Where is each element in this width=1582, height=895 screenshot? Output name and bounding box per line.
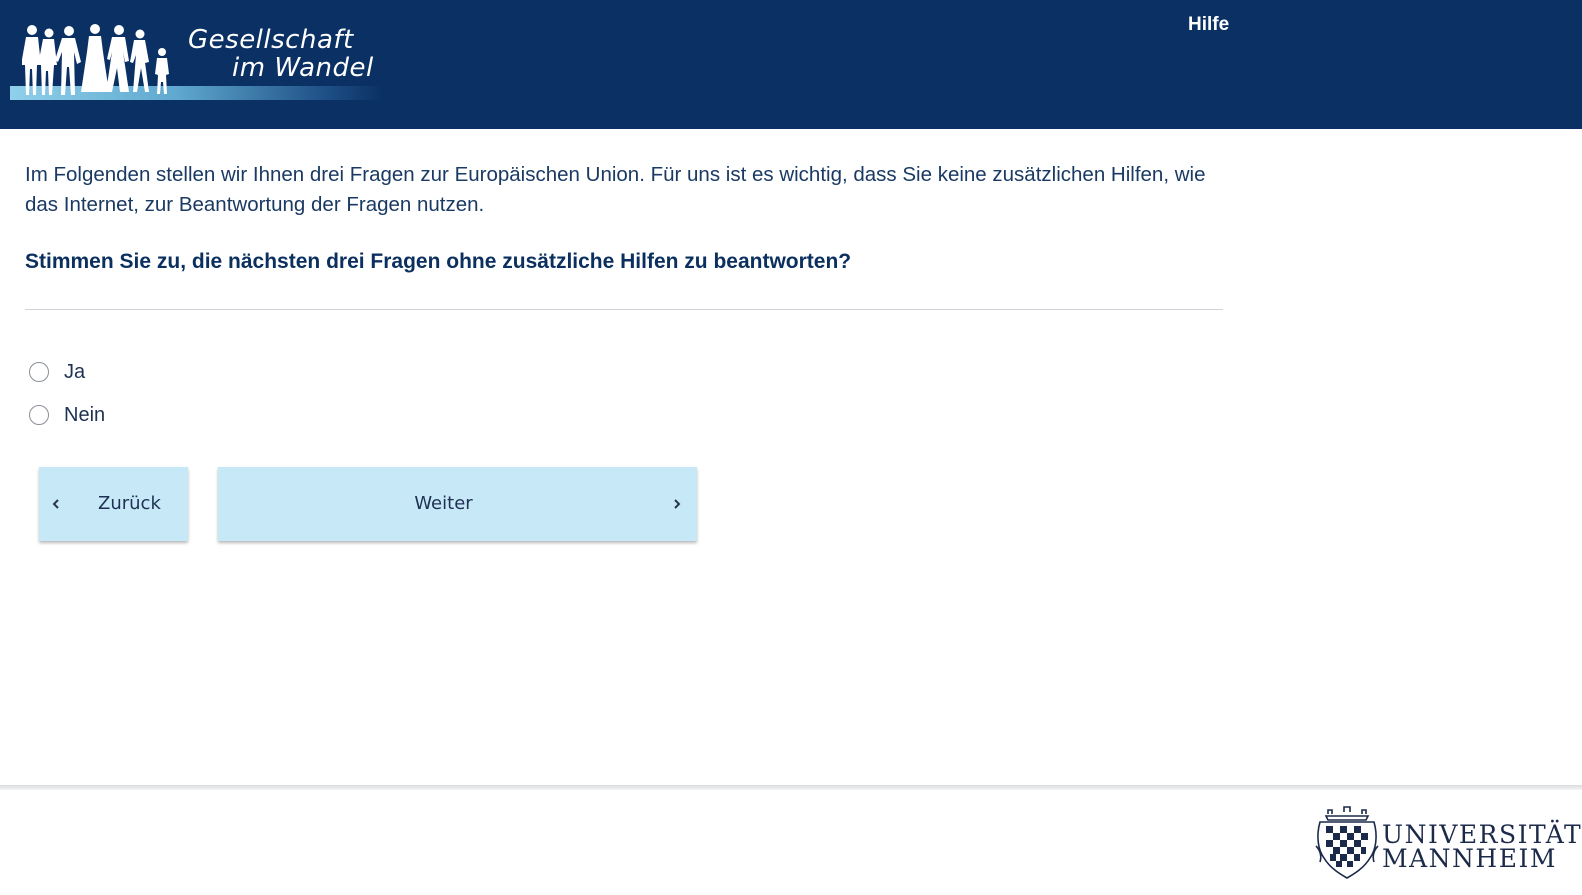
intro-text: Im Folgenden stellen wir Ihnen drei Frag… bbox=[25, 163, 1206, 216]
chevron-left-icon bbox=[52, 499, 59, 509]
question-divider bbox=[25, 309, 1223, 310]
next-button-label: Weiter bbox=[414, 493, 473, 514]
footer-divider bbox=[0, 785, 1582, 790]
radio-nein[interactable] bbox=[29, 405, 49, 425]
university-name-line2: MANNHEIM bbox=[1382, 844, 1557, 873]
people-silhouette-icon bbox=[22, 24, 169, 95]
chevron-right-icon bbox=[674, 499, 681, 509]
university-crest-icon bbox=[1315, 806, 1379, 879]
next-button[interactable]: Weiter bbox=[218, 467, 697, 541]
page-header: Gesellschaft im Wandel Hilfe bbox=[0, 0, 1582, 129]
help-link[interactable]: Hilfe bbox=[1188, 14, 1229, 36]
option-nein-label[interactable]: Nein bbox=[64, 404, 105, 427]
question-text: Stimmen Sie zu, die nächsten drei Fragen… bbox=[25, 250, 852, 273]
option-ja[interactable]: Ja bbox=[29, 359, 85, 385]
option-ja-label[interactable]: Ja bbox=[64, 361, 85, 384]
logo-text-line1: Gesellschaft bbox=[188, 25, 354, 55]
logo-text-line2: im Wandel bbox=[232, 53, 374, 83]
back-button[interactable]: Zurück bbox=[39, 467, 188, 541]
gesellschaft-im-wandel-logo[interactable]: Gesellschaft im Wandel bbox=[10, 14, 382, 100]
option-nein[interactable]: Nein bbox=[29, 402, 105, 428]
radio-ja[interactable] bbox=[29, 362, 49, 382]
universitaet-mannheim-logo[interactable]: UNIVERSITÄT MANNHEIM bbox=[1314, 806, 1581, 882]
back-button-label: Zurück bbox=[98, 493, 161, 514]
